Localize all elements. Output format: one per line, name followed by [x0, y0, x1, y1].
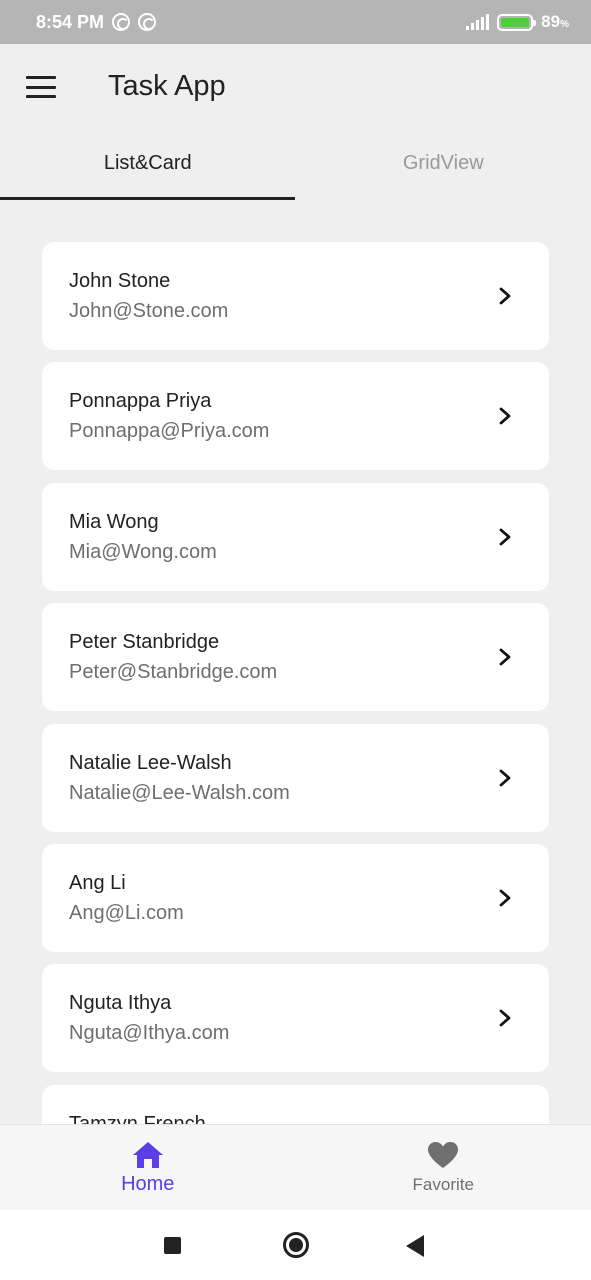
- back-icon[interactable]: [406, 1235, 424, 1257]
- status-right: 89%: [466, 12, 569, 32]
- home-button-icon[interactable]: [283, 1232, 309, 1258]
- contact-email: Nguta@Ithya.com: [69, 1022, 230, 1045]
- contact-email: Peter@Stanbridge.com: [69, 661, 278, 684]
- chevron-right-icon: [499, 648, 511, 666]
- heart-icon: [428, 1142, 459, 1168]
- contact-name: Nguta Ithya: [69, 992, 172, 1015]
- recents-icon[interactable]: [164, 1237, 181, 1254]
- tab-list-card[interactable]: List&Card: [0, 130, 296, 196]
- chevron-right-icon: [499, 287, 511, 305]
- list-item[interactable]: Natalie Lee-Walsh Natalie@Lee-Walsh.com: [42, 723, 549, 832]
- contact-name: John Stone: [69, 270, 171, 292]
- tab-gridview[interactable]: GridView: [296, 130, 591, 196]
- contact-name: Ponnappa Priya: [69, 390, 212, 413]
- nav-home-label: Home: [121, 1173, 175, 1195]
- chevron-right-icon: [499, 1009, 511, 1027]
- bottom-nav: Home Favorite: [0, 1124, 591, 1210]
- nav-favorite[interactable]: Favorite: [296, 1125, 591, 1210]
- contact-name: Mia Wong: [69, 510, 159, 533]
- list-item[interactable]: Nguta Ithya Nguta@Ithya.com: [42, 964, 549, 1073]
- status-bar: 8:54 PM 89%: [0, 0, 591, 44]
- contact-email: Mia@Wong.com: [69, 540, 217, 563]
- sync-icon: [138, 13, 157, 31]
- chevron-right-icon: [499, 889, 511, 907]
- list-item[interactable]: Ang Li Ang@Li.com: [42, 843, 549, 952]
- nav-home[interactable]: Home: [0, 1125, 296, 1210]
- list-item[interactable]: Mia Wong Mia@Wong.com: [42, 482, 549, 591]
- contact-email: Ang@Li.com: [69, 901, 184, 924]
- status-left: 8:54 PM: [36, 11, 157, 33]
- list-item[interactable]: Peter Stanbridge Peter@Stanbridge.com: [42, 603, 549, 712]
- app-bar: Task App: [0, 44, 591, 130]
- page-title: Task App: [108, 70, 226, 102]
- list-item[interactable]: Tamzyn French: [42, 1084, 549, 1124]
- status-time: 8:54 PM: [36, 11, 105, 32]
- contact-name: Tamzyn French: [69, 1112, 206, 1124]
- signal-icon: [466, 14, 490, 30]
- contact-email: John@Stone.com: [69, 300, 229, 322]
- contact-name: Peter Stanbridge: [69, 631, 220, 654]
- contact-name: Ang Li: [69, 871, 126, 894]
- tab-indicator: [0, 197, 295, 200]
- contact-list[interactable]: John Stone John@Stone.com Ponnappa Priya…: [42, 242, 549, 1124]
- contact-email: Natalie@Lee-Walsh.com: [69, 781, 290, 804]
- chevron-right-icon: [499, 769, 511, 786]
- chevron-right-icon: [499, 407, 511, 425]
- nav-favorite-label: Favorite: [412, 1175, 474, 1194]
- chevron-right-icon: [499, 528, 511, 546]
- contact-email: Ponnappa@Priya.com: [69, 420, 270, 443]
- system-nav-bar: [0, 1210, 591, 1280]
- battery-percent: 89%: [541, 12, 569, 31]
- list-item[interactable]: Ponnappa Priya Ponnappa@Priya.com: [42, 362, 549, 471]
- contact-name: Natalie Lee-Walsh: [69, 751, 232, 774]
- battery-icon: [497, 13, 537, 31]
- home-icon: [132, 1142, 163, 1168]
- menu-icon[interactable]: [26, 76, 56, 98]
- list-item[interactable]: John Stone John@Stone.com: [42, 242, 549, 350]
- tab-bar: List&Card GridView: [0, 130, 591, 200]
- sync-icon: [112, 13, 131, 31]
